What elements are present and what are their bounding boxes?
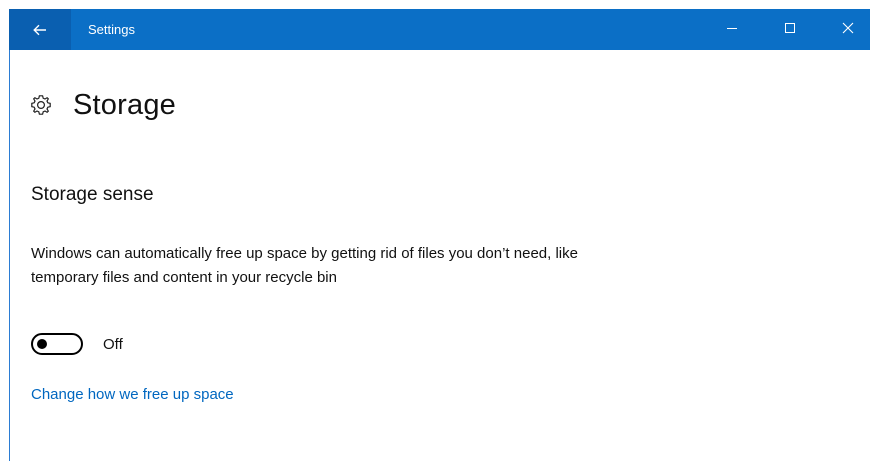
back-arrow-icon — [33, 24, 47, 36]
page-title: Storage — [73, 88, 176, 121]
title-bar: Settings — [9, 9, 870, 50]
settings-window: Settings Storage Storage sense Windows c… — [0, 0, 870, 461]
toggle-knob — [37, 339, 47, 349]
page-header: Storage — [30, 84, 176, 126]
close-button[interactable] — [825, 9, 870, 50]
window-border — [9, 50, 10, 461]
close-icon — [842, 21, 854, 39]
minimize-button[interactable] — [709, 9, 755, 50]
storage-sense-description: Windows can automatically free up space … — [31, 245, 578, 286]
maximize-button[interactable] — [767, 9, 813, 50]
back-button[interactable] — [9, 9, 71, 50]
toggle-state-label: Off — [103, 335, 123, 353]
storage-sense-toggle[interactable] — [31, 333, 83, 355]
gear-icon — [30, 94, 52, 116]
minimize-icon — [726, 21, 738, 39]
section-title: Storage sense — [31, 184, 154, 205]
change-free-up-space-link[interactable]: Change how we free up space — [31, 386, 234, 403]
window-title: Settings — [88, 22, 135, 37]
storage-sense-toggle-row: Off — [31, 333, 123, 355]
maximize-icon — [784, 21, 796, 39]
